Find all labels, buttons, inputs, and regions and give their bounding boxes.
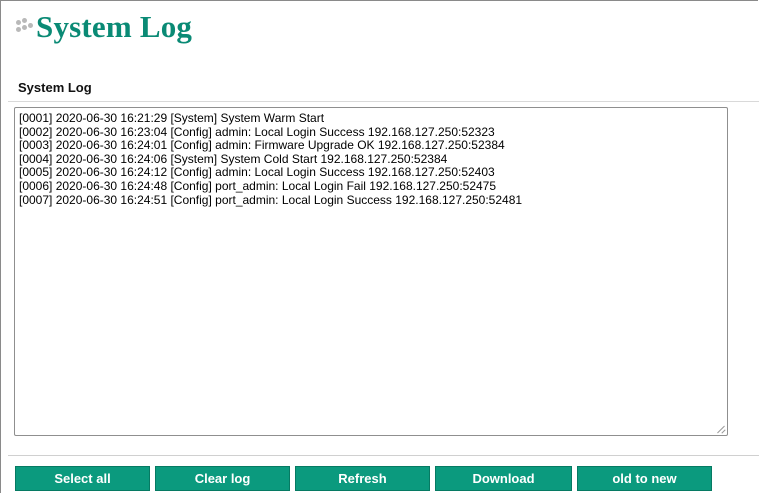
system-log-textarea[interactable]: [0001] 2020-06-30 16:21:29 [System] Syst…	[14, 107, 728, 436]
clear-log-button[interactable]: Clear log	[155, 466, 290, 491]
refresh-button[interactable]: Refresh	[295, 466, 430, 491]
section-title: System Log	[18, 80, 92, 95]
sort-order-button[interactable]: old to new	[577, 466, 712, 491]
moxa-dots-icon	[16, 18, 34, 40]
log-line: [0005] 2020-06-30 16:24:12 [Config] admi…	[19, 165, 495, 180]
log-line: [0007] 2020-06-30 16:24:51 [Config] port…	[19, 192, 523, 207]
log-line: [0002] 2020-06-30 16:23:04 [Config] admi…	[19, 124, 495, 139]
section-divider	[8, 101, 759, 102]
select-all-button[interactable]: Select all	[15, 466, 150, 491]
log-line: [0003] 2020-06-30 16:24:01 [Config] admi…	[19, 138, 505, 153]
log-line: [0001] 2020-06-30 16:21:29 [System] Syst…	[19, 111, 325, 125]
log-line: [0006] 2020-06-30 16:24:48 [Config] port…	[19, 178, 497, 193]
page-title: System Log	[36, 9, 193, 44]
bottom-divider	[8, 455, 759, 456]
log-line: [0004] 2020-06-30 16:24:06 [System] Syst…	[19, 151, 448, 166]
download-button[interactable]: Download	[435, 466, 572, 491]
page-header: System Log	[16, 5, 192, 49]
resize-grip-icon[interactable]	[717, 425, 725, 433]
